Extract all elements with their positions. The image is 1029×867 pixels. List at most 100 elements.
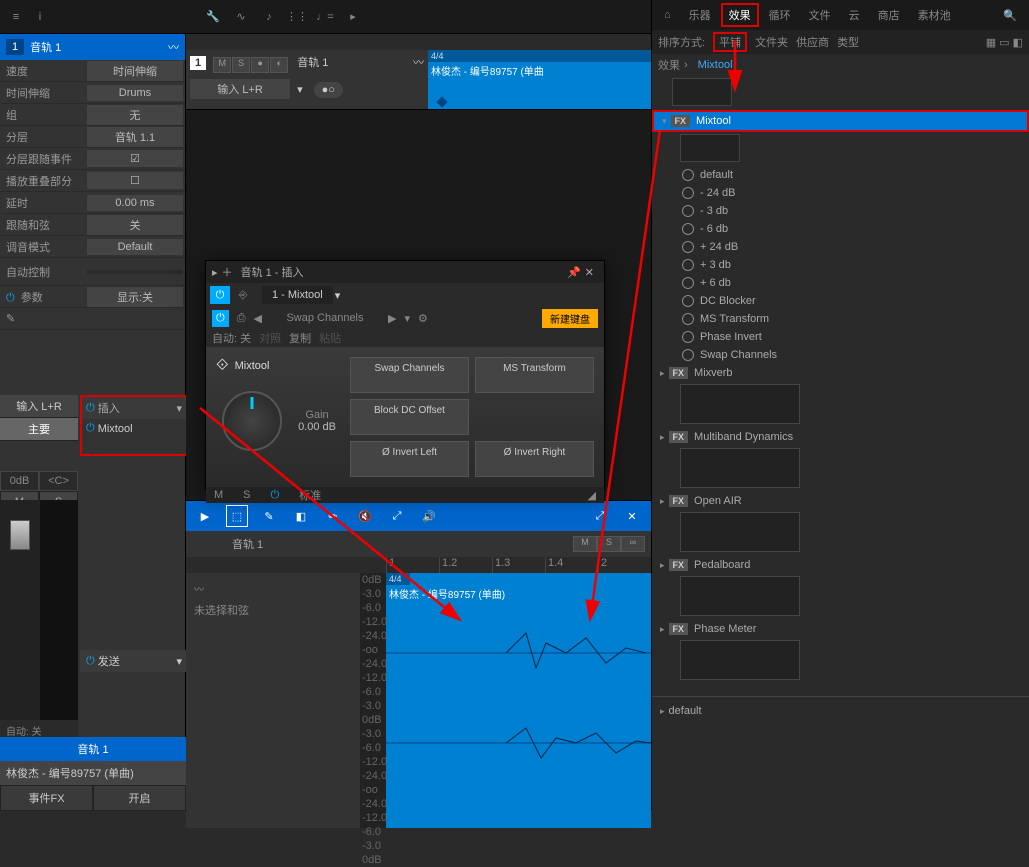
resize-icon[interactable]: ◢ [588,489,596,502]
dropdown-icon[interactable]: ▾ [176,655,182,668]
dropdown-icon[interactable]: ▾ [335,289,341,302]
bend-tool-icon[interactable]: ⤢ [386,505,408,527]
plugin-power-icon[interactable]: ⏻ [210,286,230,304]
preset-next-icon[interactable]: ▶ [388,312,396,325]
close-editor-icon[interactable]: ✕ [621,505,643,527]
pin-small-icon[interactable]: ⎙ [237,312,246,325]
waveform-display[interactable]: 4/4 林俊杰 - 编号89757 (单曲) 0dB-3.0-6.0-12.0-… [386,573,651,828]
ms-transform-button[interactable]: MS Transform [475,357,594,393]
followchord-value[interactable]: 关 [87,215,183,235]
tab-loops[interactable]: 循环 [761,3,799,27]
tab-effects[interactable]: 效果 [721,3,759,27]
preset-item[interactable]: + 3 db [652,256,1029,274]
range-tool-icon[interactable]: ⬚ [226,505,248,527]
preset-item[interactable]: DC Blocker [652,292,1029,310]
note-tool-icon[interactable]: ♪ [256,4,282,30]
tab-instruments[interactable]: 乐器 [681,3,719,27]
preset-item[interactable]: Swap Channels [652,346,1029,364]
fx-item[interactable]: ▸FXPedalboard [652,556,1029,574]
close-icon[interactable]: ✕ [581,266,598,279]
fx-item[interactable]: ▸FXPhase Meter [652,620,1029,638]
expand-icon[interactable]: ⤢ [589,505,611,527]
crumb-root[interactable]: 效果 [658,57,680,73]
autoctrl-value[interactable] [87,270,183,274]
mini-track-header[interactable]: 1 M S ● ◐ 音轨 1 〰 输入 L+R ▾ ●○ [186,50,428,109]
params-value[interactable]: 显示:关 [87,287,183,307]
insert-item-mixtool[interactable]: ⏻ Mixtool [82,419,186,438]
browser-list[interactable]: ▾FXMixtool default- 24 dB- 3 db- 6 db+ 2… [652,76,1029,796]
sort-vendor[interactable]: 供应商 [796,34,829,50]
edit-icon[interactable]: ✎ [2,312,87,325]
collapse-icon[interactable]: ▸ [212,266,218,279]
browser-bottom-default[interactable]: ▸default [652,696,1029,720]
open-button[interactable]: 开启 [93,785,186,811]
tab-pool[interactable]: 素材池 [910,3,959,27]
fader-handle[interactable] [10,520,30,550]
block-dc-button[interactable]: Block DC Offset [350,399,469,435]
preset-item[interactable]: + 24 dB [652,238,1029,256]
mini-solo-button[interactable]: S [232,57,250,73]
editor-track-name[interactable]: 音轨 1 [232,536,263,552]
breadcrumb[interactable]: 效果 › Mixtool [652,54,1029,76]
pin-icon[interactable]: 📌 [567,266,581,279]
tab-store[interactable]: 商店 [870,3,908,27]
group-value[interactable]: 无 [87,105,183,125]
crumb-current[interactable]: Mixtool [698,59,733,71]
plugin-titlebar[interactable]: ▸ ＋ 音轨 1 - 插入 📌 ✕ [206,261,604,283]
listen-tool-icon[interactable]: 🔊 [418,505,440,527]
mini-clip[interactable]: 4/4 林俊杰 - 编号89757 (单曲 [428,50,651,109]
layers-value[interactable]: 音轨 1.1 [87,127,183,147]
editor-link[interactable]: ∞ [621,536,645,552]
monitor-toggle[interactable]: ●○ [314,82,343,98]
footer-m[interactable]: M [214,489,223,501]
mini-input[interactable]: 输入 L+R [190,79,290,99]
preset-prev-icon[interactable]: ◀ [254,312,262,325]
wrench-icon[interactable]: 🔧 [200,4,226,30]
mini-rec-button[interactable]: ● [251,57,269,73]
arrow-tool-icon[interactable]: ▶ [194,505,216,527]
search-icon[interactable]: 🔍 [995,5,1025,26]
plugin-tab[interactable]: 1 - Mixtool [262,286,333,304]
playoverlap-checkbox[interactable]: ☐ [87,172,183,189]
timestretch-value[interactable]: Drums [87,85,183,101]
browser-item-mixtool[interactable]: ▾FXMixtool [652,110,1029,132]
insert-header[interactable]: ⏻ 插入 ▾ [82,397,186,419]
preset-item[interactable]: MS Transform [652,310,1029,328]
fx-item[interactable]: ▸FXMixverb [652,364,1029,382]
fader-track[interactable] [0,500,40,720]
invert-right-button[interactable]: Ø Invert Right [475,441,594,477]
preset-menu-icon[interactable]: ▾ [404,312,410,325]
tab-home-icon[interactable]: ⌂ [656,5,679,25]
editor-mute[interactable]: M [573,536,597,552]
paint-tool-icon[interactable]: ✏ [322,505,344,527]
invert-left-button[interactable]: Ø Invert Left [350,441,469,477]
delay-value[interactable]: 0.00 ms [87,195,183,211]
tab-files[interactable]: 文件 [801,3,839,27]
footer-s[interactable]: S [243,489,250,501]
add-icon[interactable]: ＋ [222,264,233,280]
sort-folder[interactable]: 文件夹 [755,34,788,50]
send-header[interactable]: ⏻发送 ▾ [80,650,188,672]
output-selector[interactable]: 主要 [0,418,78,441]
event-fx-button[interactable]: 事件FX [0,785,93,811]
preset-item[interactable]: + 6 db [652,274,1029,292]
auto-off-label[interactable]: 自动: 关 [212,330,251,346]
gain-knob[interactable] [222,391,282,451]
info-icon[interactable]: i [30,4,50,30]
input-selector[interactable]: 输入 L+R [0,395,78,418]
preset-item[interactable]: - 3 db [652,202,1029,220]
sort-tile[interactable]: 平铺 [713,32,747,52]
quantize-icon[interactable]: ⋮⋮ [284,4,310,30]
draw-tool-icon[interactable]: ✎ [258,505,280,527]
mute-tool-icon[interactable]: 🔇 [354,505,376,527]
preset-item[interactable]: default [652,166,1029,184]
track-name-bar[interactable]: 音轨 1 [0,737,186,761]
marker-icon[interactable]: ▸ [340,4,366,30]
footer-std[interactable]: 标准 [299,487,321,503]
wave-tool-icon[interactable]: ∿ [228,4,254,30]
power-icon[interactable]: ⏻ [86,422,95,435]
tunemode-value[interactable]: Default [87,239,183,255]
automation-node[interactable] [436,96,447,107]
dropdown-icon[interactable]: ▾ [176,402,182,415]
track-header[interactable]: 1 音轨 1 〰 [0,34,185,60]
